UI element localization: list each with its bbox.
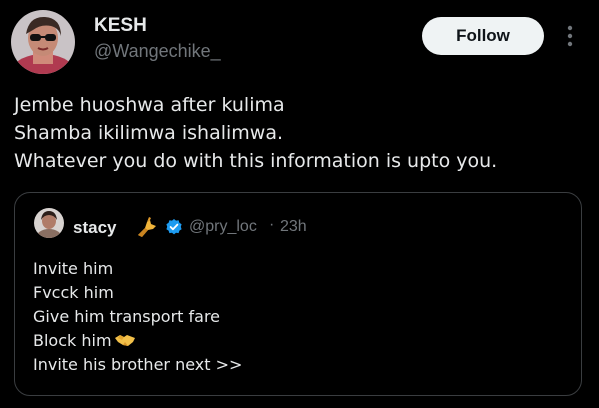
tweet-line: Whatever you do with this information is… <box>14 150 498 172</box>
quote-author-handle[interactable]: @pry_loc <box>189 218 257 236</box>
tweet-line: Jembe huoshwa after kulima <box>14 94 285 116</box>
quote-line: Invite his brother next >> <box>33 355 243 374</box>
quote-line: Block him <box>33 331 112 350</box>
quote-line-with-emoji: Block him <box>33 329 242 353</box>
quote-author-avatar[interactable] <box>34 208 64 238</box>
dancing-hand-icon <box>136 216 160 238</box>
follow-button[interactable]: Follow <box>422 17 544 55</box>
quoted-tweet-card[interactable]: stacy @pry_loc · 23h Invite him Fvcck hi… <box>14 192 582 396</box>
verified-badge-icon <box>165 218 183 236</box>
handshake-icon <box>114 331 136 347</box>
quote-line: Fvcck him <box>33 283 114 302</box>
quote-line: Invite him <box>33 259 114 278</box>
author-avatar[interactable] <box>11 10 75 74</box>
author-display-name[interactable]: KESH <box>94 15 147 37</box>
quote-author-name[interactable]: stacy <box>73 218 116 238</box>
dot-separator: · <box>269 216 275 233</box>
tweet-text: Jembe huoshwa after kulima Shamba ikilim… <box>14 91 589 175</box>
quote-timestamp[interactable]: 23h <box>280 218 307 236</box>
quote-text: Invite him Fvcck him Give him transport … <box>33 257 242 377</box>
quote-line: Give him transport fare <box>33 307 221 326</box>
author-handle[interactable]: @Wangechike_ <box>94 41 221 62</box>
tweet-line: Shamba ikilimwa ishalimwa. <box>14 122 283 144</box>
more-options-icon[interactable] <box>560 22 580 50</box>
